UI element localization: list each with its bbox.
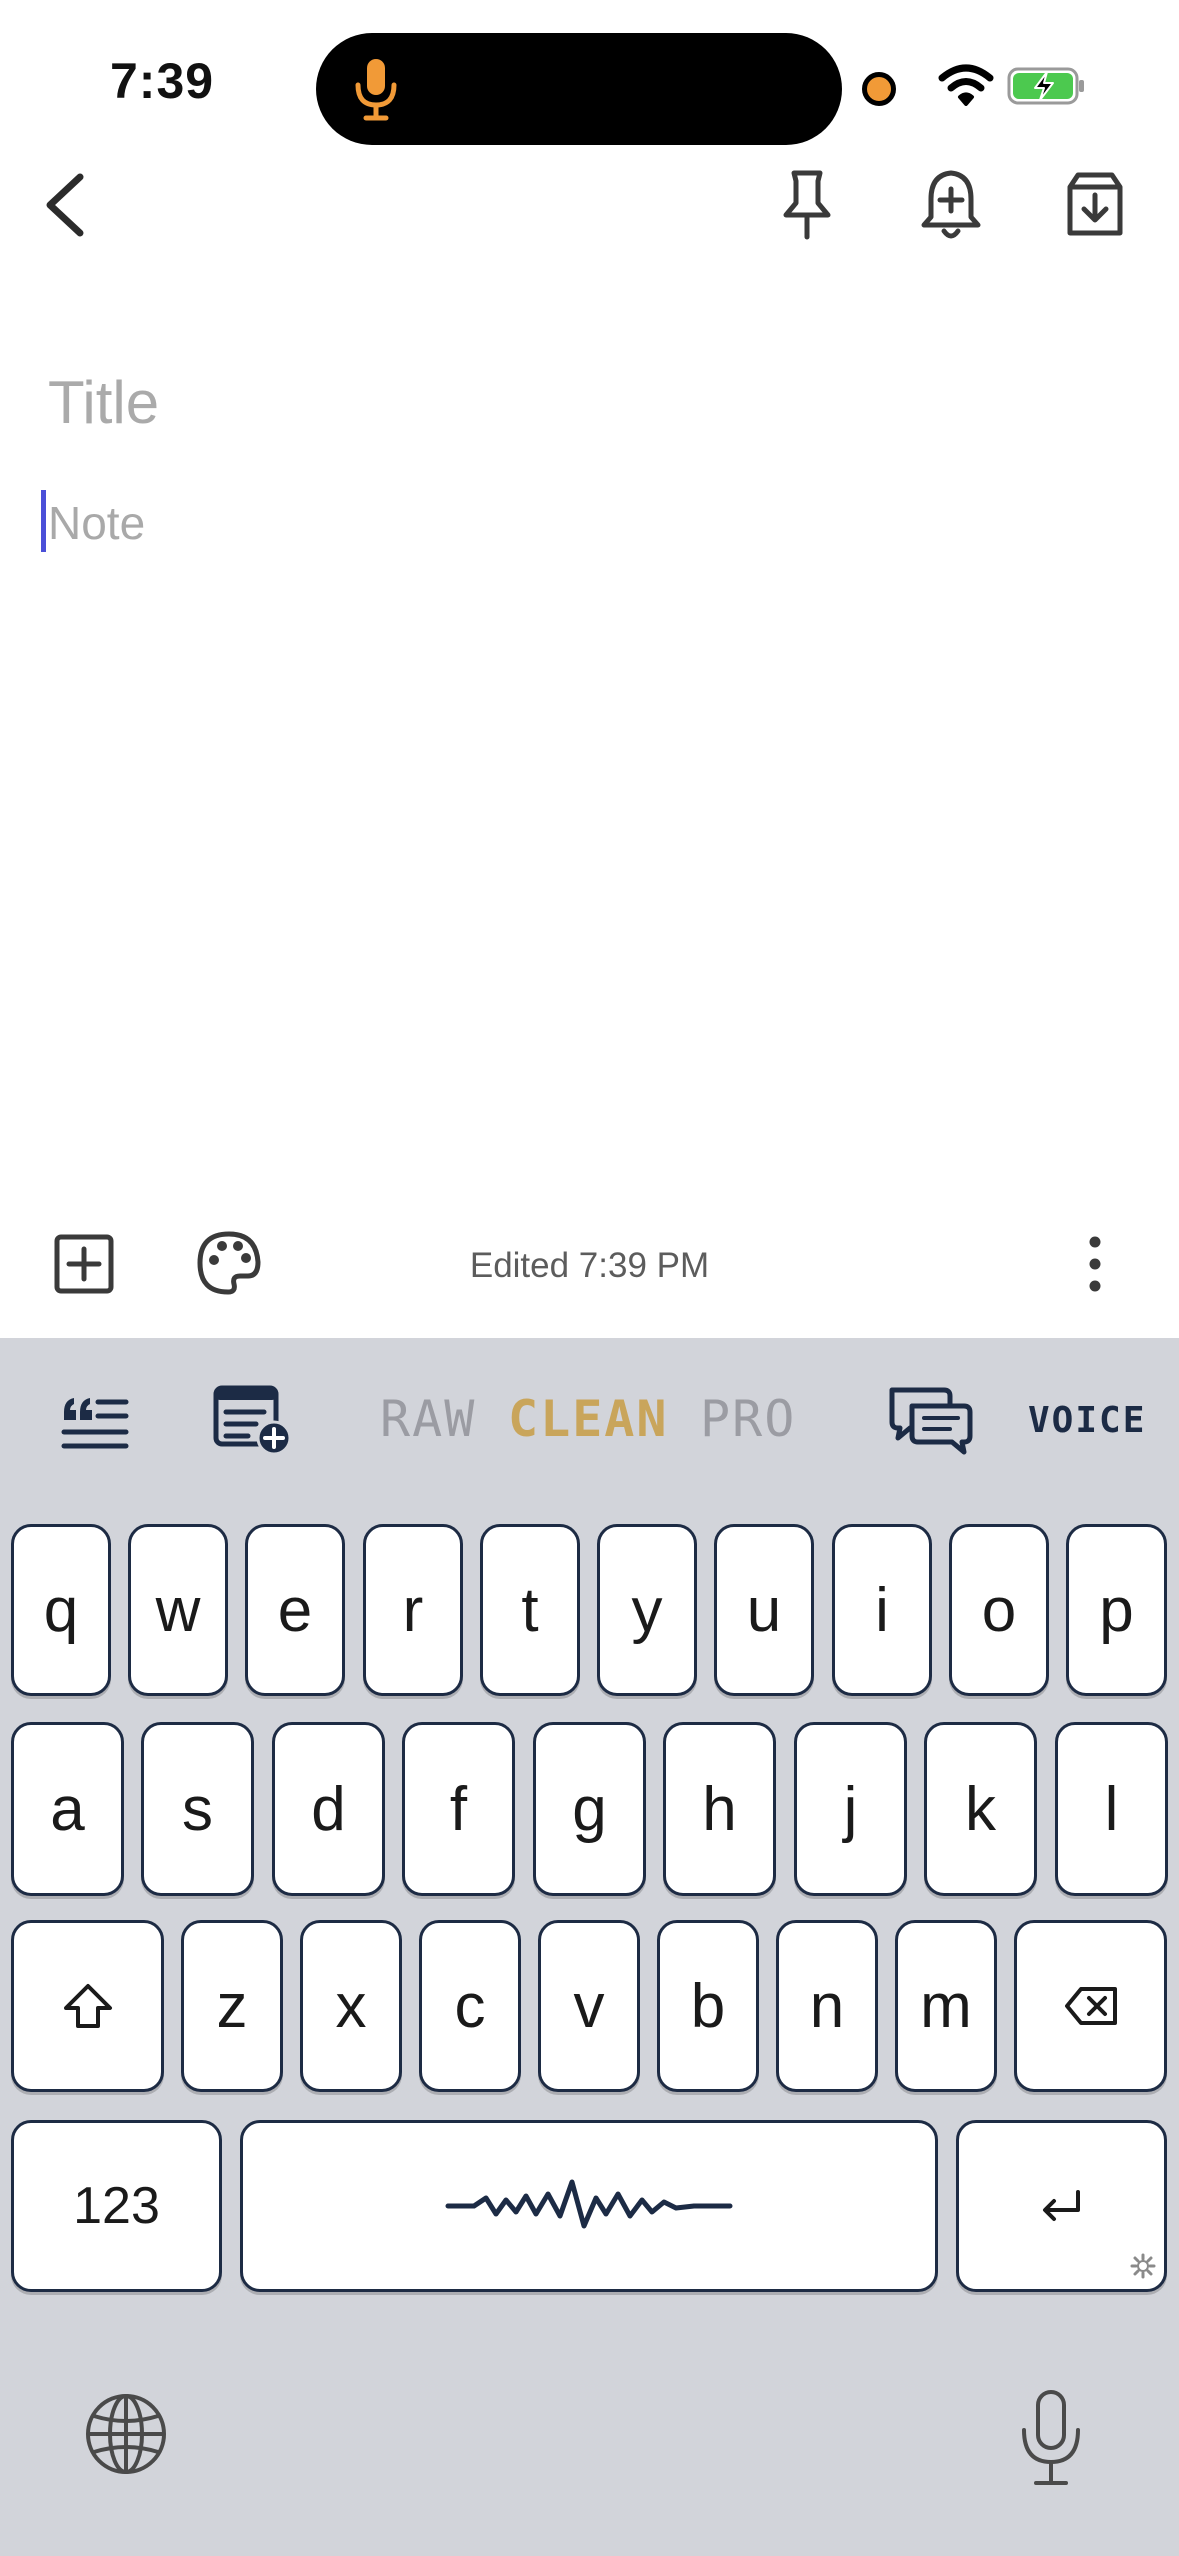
space-key[interactable] xyxy=(240,2120,938,2292)
key-h[interactable]: h xyxy=(663,1722,776,1896)
microphone-active-icon xyxy=(355,59,397,121)
key-z[interactable]: z xyxy=(181,1920,283,2092)
archive-icon[interactable] xyxy=(1058,165,1132,245)
key-k[interactable]: k xyxy=(924,1722,1037,1896)
note-body-input[interactable] xyxy=(48,488,1128,558)
wifi-icon xyxy=(938,64,994,106)
delete-key[interactable] xyxy=(1014,1920,1167,2092)
shift-arrow-icon xyxy=(63,1984,112,2028)
palette-icon[interactable] xyxy=(194,1228,264,1298)
quote-format-icon[interactable] xyxy=(60,1390,130,1454)
battery-charging-icon xyxy=(1007,67,1084,105)
key-o[interactable]: o xyxy=(949,1524,1049,1696)
pin-icon[interactable] xyxy=(770,165,844,245)
key-x[interactable]: x xyxy=(300,1920,402,2092)
edited-timestamp: Edited 7:39 PM xyxy=(469,1246,710,1285)
shift-key[interactable] xyxy=(11,1920,164,2092)
key-p[interactable]: p xyxy=(1066,1524,1167,1696)
key-b[interactable]: b xyxy=(657,1920,759,2092)
new-note-add-icon[interactable] xyxy=(212,1384,294,1456)
globe-icon[interactable] xyxy=(84,2392,168,2476)
key-w[interactable]: w xyxy=(128,1524,228,1696)
key-d[interactable]: d xyxy=(272,1722,385,1896)
key-s[interactable]: s xyxy=(141,1722,254,1896)
key-n[interactable]: n xyxy=(776,1920,878,2092)
key-j[interactable]: j xyxy=(794,1722,907,1896)
return-arrow-icon xyxy=(1042,2190,1080,2221)
dictation-microphone-icon[interactable] xyxy=(1018,2388,1084,2488)
key-l[interactable]: l xyxy=(1055,1722,1168,1896)
key-t[interactable]: t xyxy=(480,1524,580,1696)
key-y[interactable]: y xyxy=(597,1524,697,1696)
chat-bubbles-icon[interactable] xyxy=(886,1384,974,1456)
note-title-input[interactable] xyxy=(48,362,1128,442)
privacy-indicator-dot xyxy=(862,72,896,106)
dynamic-island xyxy=(316,33,842,145)
text-cursor xyxy=(41,490,46,552)
key-r[interactable]: r xyxy=(363,1524,463,1696)
settings-gear-icon xyxy=(1130,2253,1156,2279)
mode-raw-toggle[interactable]: RAW xyxy=(380,1390,476,1448)
more-vertical-icon[interactable] xyxy=(1080,1232,1110,1296)
key-f[interactable]: f xyxy=(402,1722,515,1896)
key-m[interactable]: m xyxy=(895,1920,997,2092)
key-c[interactable]: c xyxy=(419,1920,521,2092)
voice-mode-button[interactable]: VOICE xyxy=(1028,1400,1146,1441)
backspace-icon xyxy=(1064,1987,1117,2025)
key-v[interactable]: v xyxy=(538,1920,640,2092)
key-g[interactable]: g xyxy=(533,1722,646,1896)
mode-clean-toggle[interactable]: CLEAN xyxy=(508,1390,669,1448)
back-arrow-icon[interactable] xyxy=(35,165,95,245)
key-q[interactable]: q xyxy=(11,1524,111,1696)
key-i[interactable]: i xyxy=(832,1524,932,1696)
key-e[interactable]: e xyxy=(245,1524,345,1696)
numbers-key[interactable]: 123 xyxy=(11,2120,222,2292)
mode-pro-toggle[interactable]: PRO xyxy=(700,1390,796,1448)
add-box-icon[interactable] xyxy=(52,1232,116,1296)
key-a[interactable]: a xyxy=(11,1722,124,1896)
return-key[interactable] xyxy=(956,2120,1167,2292)
key-u[interactable]: u xyxy=(714,1524,814,1696)
add-reminder-bell-icon[interactable] xyxy=(914,165,988,245)
waveform-icon xyxy=(445,2179,733,2229)
status-time: 7:39 xyxy=(110,53,215,109)
